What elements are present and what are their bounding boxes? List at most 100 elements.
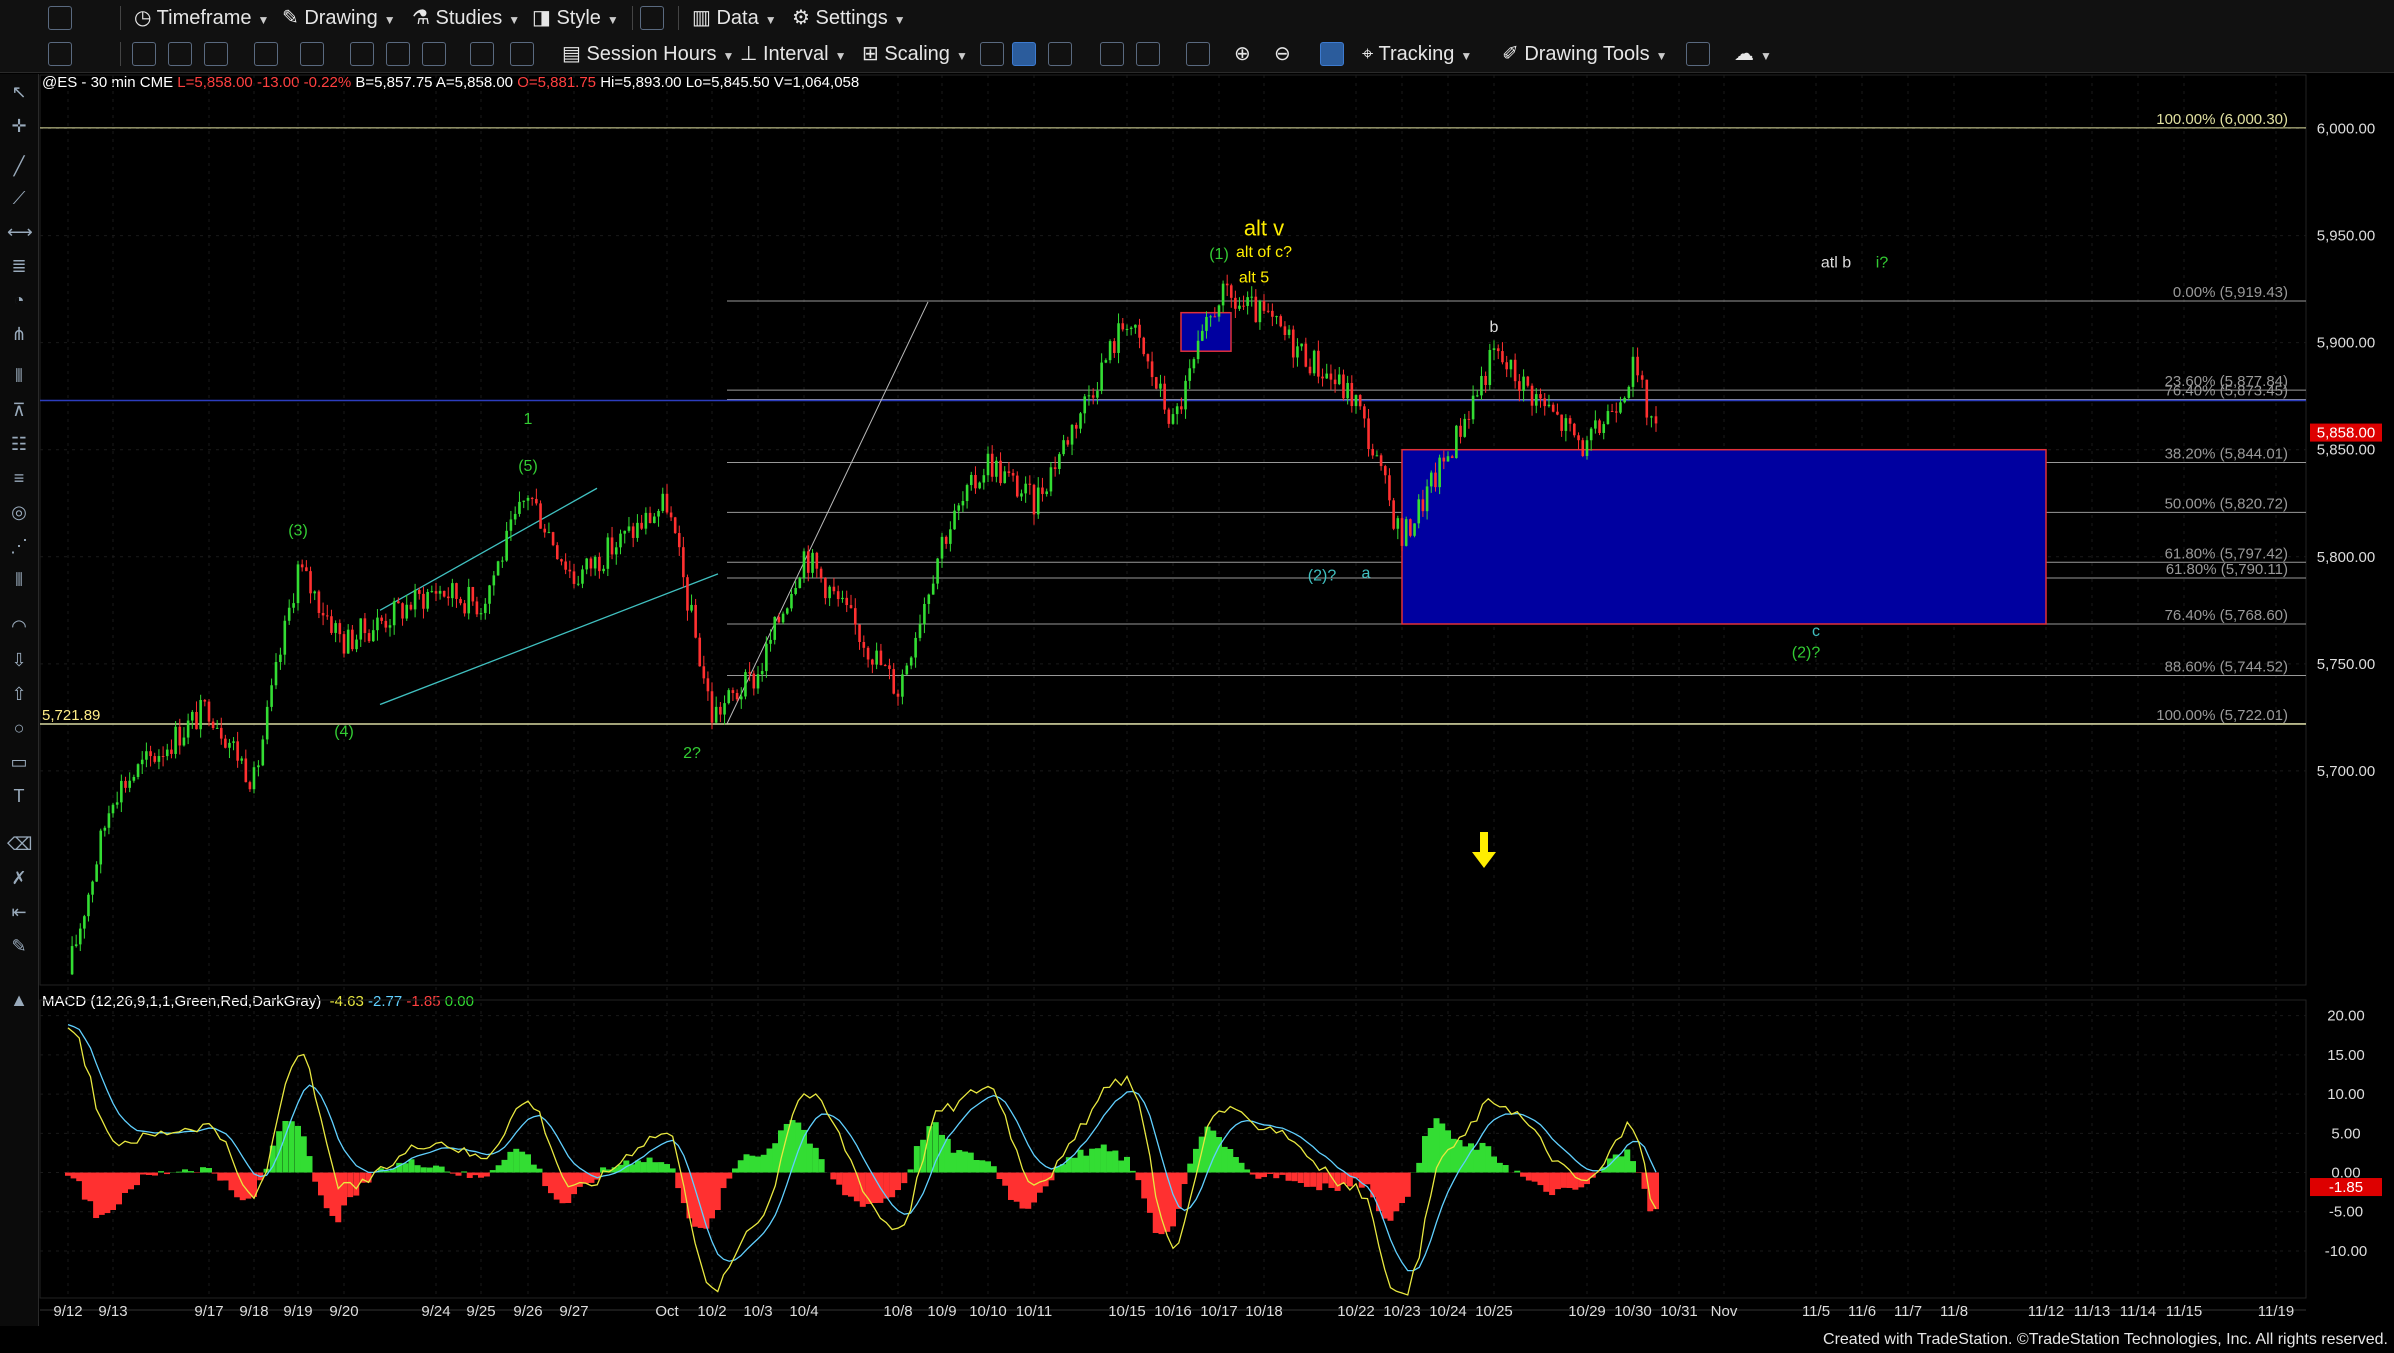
chart-canvas[interactable]: 9/12 9/13 9/17 9/18 9/19 9/20 9/24 9/25 9/26 9/27… [0, 0, 2394, 1353]
candle-body [871, 659, 874, 665]
macd-histogram-bar [812, 1147, 819, 1173]
candle-body [128, 780, 131, 788]
candle-body [207, 701, 211, 722]
macd-histogram-bar [1520, 1172, 1527, 1177]
candle-body [995, 460, 998, 477]
macd-histogram-bar [1261, 1172, 1267, 1178]
candle-body [1221, 283, 1225, 306]
candle-body [1505, 362, 1508, 370]
candle-body [1513, 359, 1517, 382]
candle-body [866, 647, 870, 660]
candle-body [191, 711, 194, 721]
y-tick-label: 5,800.00 [2317, 549, 2375, 566]
x-tick-label: 10/31 [1660, 1303, 1698, 1320]
candle-body [1300, 343, 1303, 347]
macd-histogram-bar [122, 1172, 128, 1193]
macd-histogram-bar [1537, 1172, 1544, 1186]
macd-histogram-bar [755, 1156, 761, 1173]
macd-histogram-bar [104, 1172, 111, 1214]
macd-histogram-bar [576, 1172, 583, 1187]
macd-histogram-bar [110, 1172, 116, 1210]
candle-body [940, 536, 944, 559]
macd-histogram-bar [70, 1172, 77, 1179]
candle-body [560, 559, 563, 562]
candle-body [974, 474, 977, 489]
candle-body [1429, 472, 1433, 487]
macd-histogram-bar [1496, 1162, 1503, 1173]
candle-body [1296, 346, 1299, 358]
macd-histogram-bar [1227, 1149, 1234, 1173]
macd-histogram-bar [669, 1168, 676, 1173]
candle-body [1188, 368, 1192, 381]
candle-body [1333, 379, 1337, 385]
macd-histogram-bar [295, 1125, 301, 1173]
candle-body [589, 558, 593, 569]
wave-label: b [1490, 319, 1499, 336]
candle-body [1049, 467, 1053, 492]
candle-body [1117, 323, 1120, 353]
candle-body [999, 460, 1002, 484]
candle-body [409, 604, 413, 610]
macd-histogram-bar [760, 1154, 767, 1173]
macd-y-tick-label: 20.00 [2327, 1008, 2365, 1025]
candle-body [653, 516, 656, 524]
candle-body [161, 756, 165, 758]
candle-body [832, 586, 836, 592]
macd-y-tick-label: 15.00 [2327, 1047, 2365, 1064]
candle-body [1551, 404, 1555, 412]
macd-histogram-bar [1416, 1162, 1423, 1173]
candle-body [157, 756, 161, 762]
macd-histogram-bar [472, 1172, 479, 1176]
candle-body [296, 564, 300, 604]
macd-histogram-bar [433, 1165, 439, 1173]
macd-histogram-bar [1462, 1146, 1469, 1173]
candle-body [1254, 296, 1258, 323]
x-tick-label: 10/17 [1200, 1303, 1238, 1320]
x-tick-label: 11/7 [1894, 1303, 1922, 1320]
macd-histogram-bar [895, 1172, 901, 1191]
candle-body [1564, 418, 1568, 431]
macd-histogram-bar [1232, 1157, 1239, 1173]
x-tick-label: 11/14 [2120, 1303, 2156, 1320]
candle-body [1421, 499, 1425, 512]
candle-body [1083, 396, 1087, 414]
macd-histogram-bar [1031, 1172, 1037, 1203]
candle-body [875, 650, 878, 665]
macd-histogram-bar [1543, 1172, 1550, 1192]
candle-body [535, 498, 538, 504]
candle-body [1113, 341, 1116, 353]
candle-body [165, 749, 169, 757]
candle-body [1446, 456, 1450, 462]
candle-body [1217, 305, 1221, 317]
candle-body [961, 501, 965, 506]
candle-body [509, 519, 513, 531]
candle-body [317, 591, 321, 613]
candle-body [430, 591, 434, 593]
candle-body [279, 654, 282, 663]
macd-histogram-bar [830, 1172, 837, 1180]
candle-body [727, 690, 731, 704]
macd-histogram-bar [217, 1172, 224, 1181]
candle-body [1291, 329, 1295, 358]
macd-histogram-bar [449, 1172, 456, 1174]
x-tick-label: 10/18 [1245, 1303, 1283, 1320]
macd-histogram-bar [743, 1154, 750, 1173]
candle-body [1007, 471, 1011, 474]
macd-histogram-bar [1387, 1172, 1394, 1221]
candle-body [1450, 456, 1454, 459]
x-tick-label: 10/2 [697, 1303, 726, 1320]
candle-body [593, 556, 597, 569]
candle-body [496, 561, 500, 576]
candle-body [351, 629, 354, 650]
candle-body [631, 526, 635, 538]
candle-body [845, 597, 849, 606]
candle-body [896, 693, 900, 697]
candle-body [1003, 471, 1007, 484]
x-tick-label: 11/5 [1802, 1303, 1830, 1320]
candle-body [228, 742, 231, 748]
wave-label: (4) [334, 724, 354, 741]
macd-histogram-bar [211, 1172, 218, 1174]
candle-body [773, 616, 777, 640]
candle-body [1258, 301, 1262, 323]
candle-body [417, 589, 421, 594]
